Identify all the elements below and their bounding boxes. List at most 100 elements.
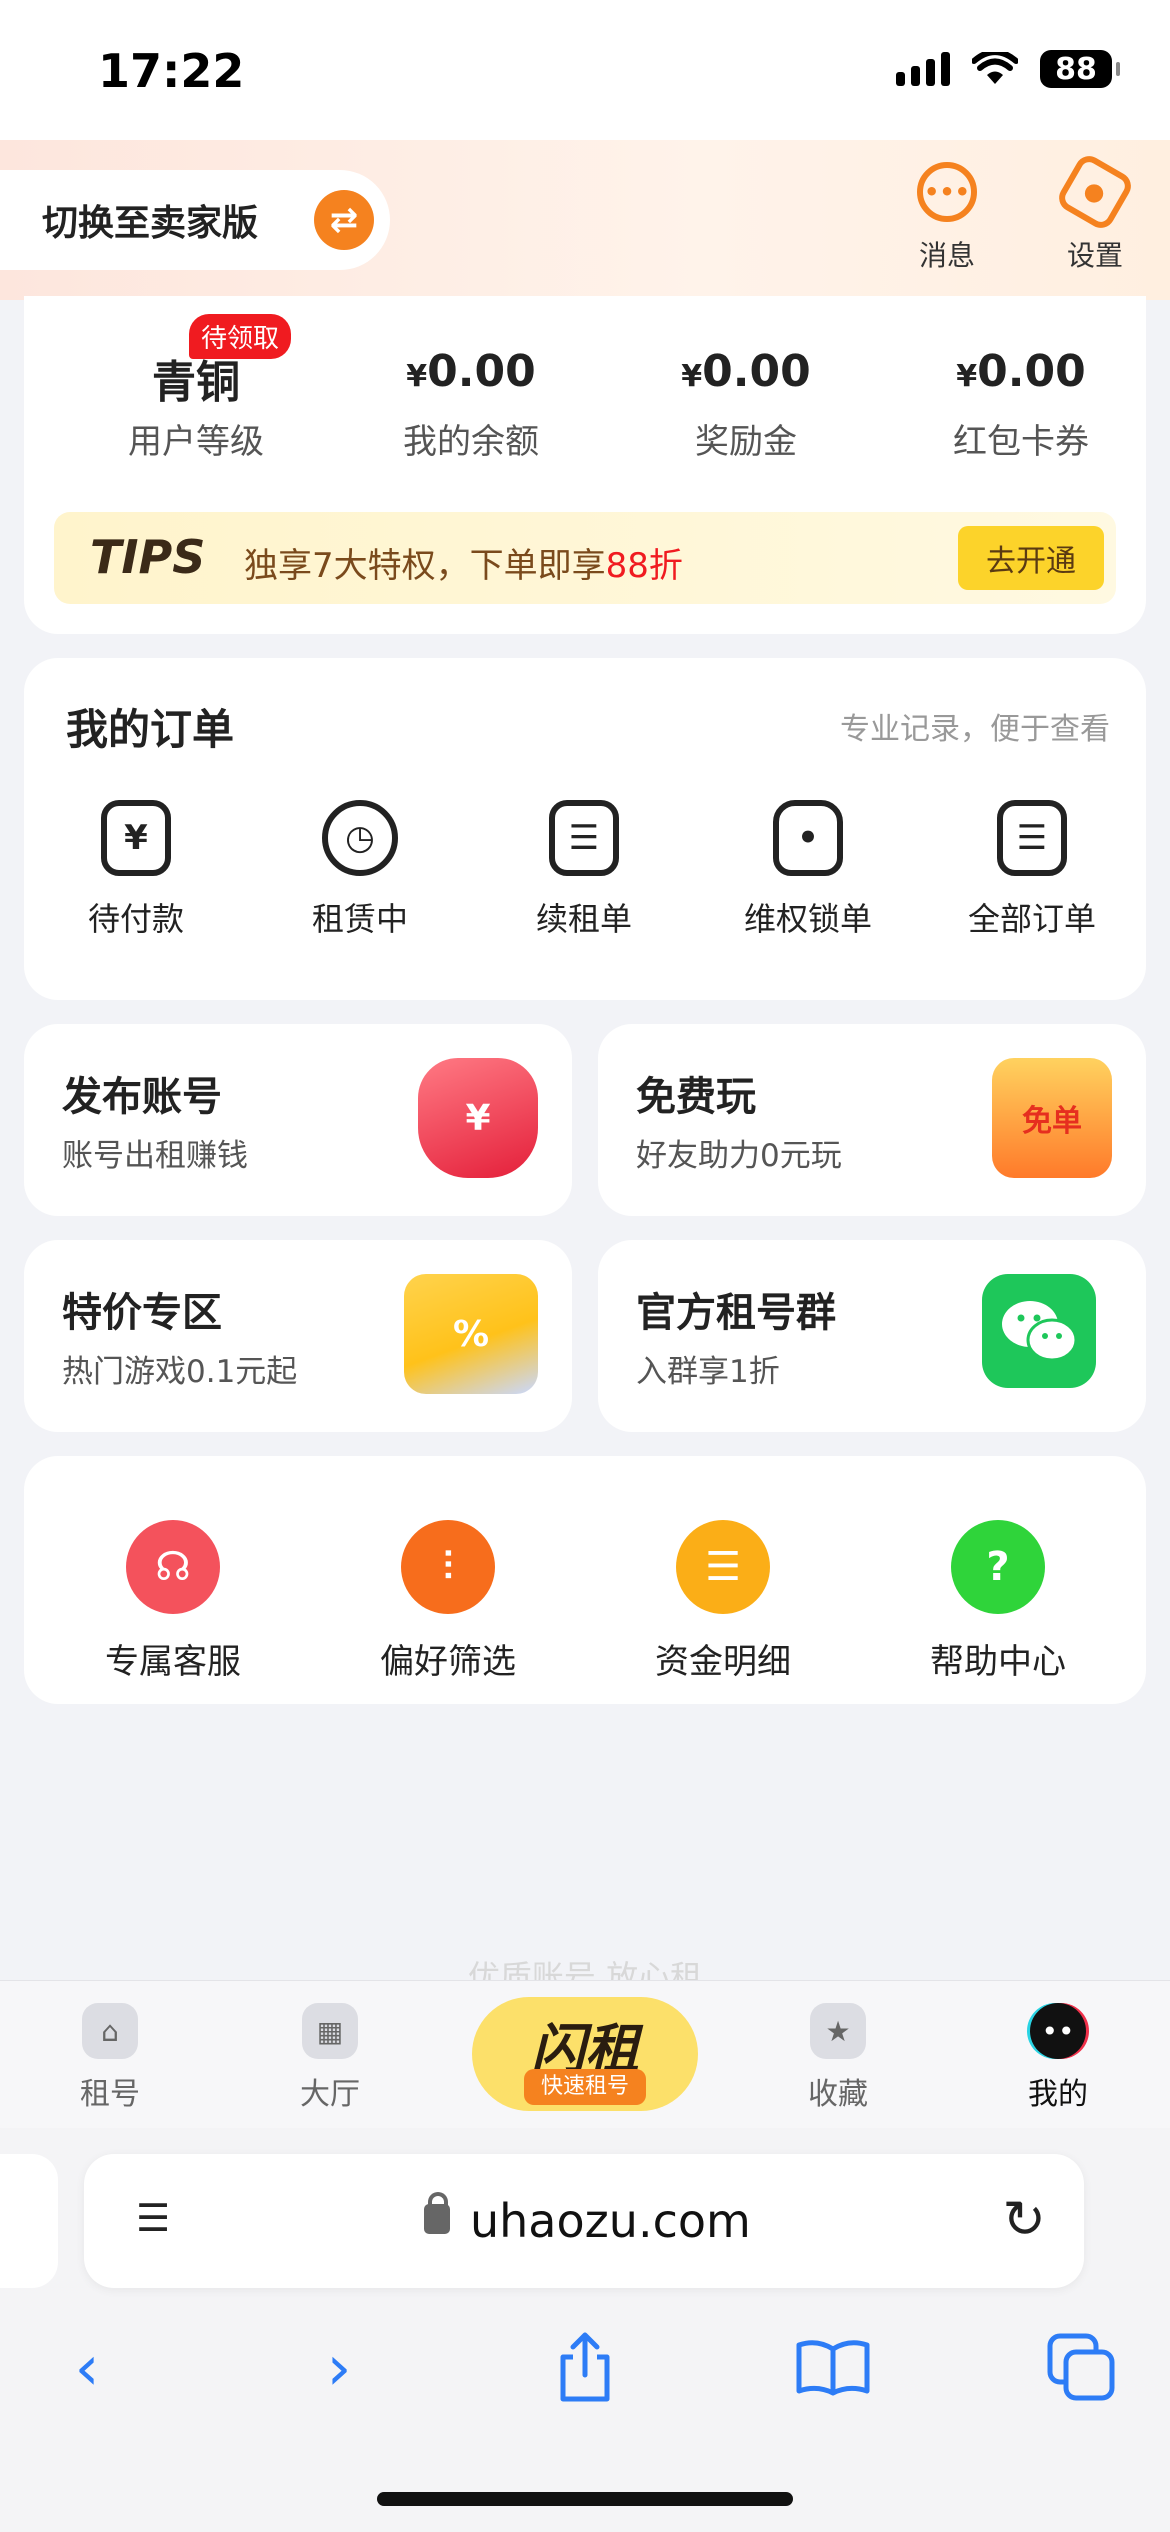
promo-special-offers[interactable]: 特价专区 热门游戏0.1元起 % [24, 1240, 572, 1432]
order-dispute-lock[interactable]: • 维权锁单 [708, 800, 908, 940]
promo-title: 发布账号 [62, 1074, 222, 1120]
flash-rent-subtitle: 快速租号 [524, 2069, 646, 2105]
account-stats-card: 待领取 青铜 用户等级 ¥0.00 我的余额 ¥0.00 奖励金 ¥0.00 红… [24, 296, 1146, 634]
tab-label: 租号 [80, 2077, 140, 2112]
promo-official-group[interactable]: 官方租号群 入群享1折 [598, 1240, 1146, 1432]
order-pending-payment[interactable]: ¥ 待付款 [36, 800, 236, 940]
tool-fund-details[interactable]: ☰ 资金明细 [613, 1520, 833, 1683]
share-icon [560, 2332, 610, 2402]
headset-icon: ☊ [126, 1520, 220, 1614]
swap-icon: ⇄ [314, 190, 374, 250]
flash-rent-button[interactable]: 闪租 快速租号 [472, 1997, 698, 2111]
settings-label: 设置 [1066, 239, 1123, 272]
stat-user-level[interactable]: 青铜 用户等级 [76, 346, 316, 463]
order-renewal[interactable]: ☰ 续租单 [484, 800, 684, 940]
share-button[interactable] [540, 2322, 630, 2412]
lock-icon: • [773, 800, 843, 876]
promo-subtitle: 入群享1折 [636, 1354, 780, 1390]
tab-rent[interactable]: ⌂ 租号 [40, 2003, 180, 2113]
promo-title: 免费玩 [636, 1074, 756, 1120]
tool-help-center[interactable]: ? 帮助中心 [888, 1520, 1108, 1683]
tab-mine[interactable]: •• 我的 [988, 2003, 1128, 2113]
order-all[interactable]: ☰ 全部订单 [932, 800, 1132, 940]
orders-stack-icon: ☰ [997, 800, 1067, 876]
stat-label: 奖励金 [695, 422, 797, 462]
promo-title: 官方租号群 [636, 1290, 836, 1336]
clipboard-icon: ☰ [549, 800, 619, 876]
reload-icon[interactable]: ↻ [1002, 2190, 1046, 2250]
back-button[interactable]: ‹ [42, 2322, 132, 2412]
tab-hall[interactable]: ▦ 大厅 [260, 2003, 400, 2113]
red-envelope-icon: ¥ [418, 1058, 538, 1178]
message-bubble-icon: ••• [917, 162, 977, 222]
tool-label: 帮助中心 [930, 1642, 1066, 1682]
bookmarks-button[interactable] [788, 2322, 878, 2412]
promo-subtitle: 好友助力0元玩 [636, 1138, 842, 1174]
promo-publish-account[interactable]: 发布账号 账号出租赚钱 ¥ [24, 1024, 572, 1216]
stat-value: ¥0.00 [681, 346, 811, 397]
bottom-tab-bar: ⌂ 租号 ▦ 大厅 闪租 快速租号 ★ 收藏 •• 我的 [0, 1980, 1170, 2128]
status-bar: 17:22 88 [0, 0, 1170, 140]
tab-label: 收藏 [808, 2077, 868, 2112]
stat-value: ¥0.00 [956, 346, 1086, 397]
switch-to-seller-button[interactable]: 切换至卖家版 ⇄ [0, 170, 390, 270]
url-text: uhaozu.com [470, 2194, 751, 2248]
tool-label: 偏好筛选 [380, 1642, 516, 1682]
stat-value: 青铜 [152, 357, 240, 408]
reader-mode-icon[interactable]: ☰ [136, 2196, 180, 2244]
orders-subtitle: 专业记录，便于查看 [840, 712, 1110, 747]
help-icon: ? [951, 1520, 1045, 1614]
stat-reward[interactable]: ¥0.00 奖励金 [626, 346, 866, 463]
discount-ticket-icon: % [404, 1274, 538, 1394]
top-header: 切换至卖家版 ⇄ ••• 消息 ● 设置 [0, 140, 1170, 300]
status-icons: 88 [896, 50, 1120, 88]
previous-tab-edge[interactable] [0, 2154, 58, 2288]
clock-icon: ◷ [322, 800, 398, 876]
order-label: 租赁中 [311, 900, 408, 938]
stat-balance[interactable]: ¥0.00 我的余额 [351, 346, 591, 463]
order-label: 续租单 [535, 900, 632, 938]
my-orders-card: 我的订单 专业记录，便于查看 ¥ 待付款 ◷ 租赁中 ☰ 续租单 • 维权锁单 … [24, 658, 1146, 1000]
promo-subtitle: 账号出租赚钱 [62, 1138, 248, 1174]
messages-button[interactable]: ••• 消息 [892, 162, 1002, 274]
stat-coupons[interactable]: ¥0.00 红包卡券 [901, 346, 1141, 463]
status-time: 17:22 [98, 44, 245, 98]
tips-text: 独享7大特权，下单即享88折 [244, 546, 683, 586]
tabs-button[interactable] [1036, 2322, 1126, 2412]
tips-logo: TIPS [90, 530, 206, 584]
tab-label: 大厅 [300, 2077, 360, 2112]
order-label: 维权锁单 [743, 900, 872, 938]
activate-button[interactable]: 去开通 [958, 526, 1104, 590]
switch-label: 切换至卖家版 [42, 203, 259, 244]
browser-toolbar: ☰ uhaozu.com ↻ ‹ › [0, 2128, 1170, 2532]
tool-customer-service[interactable]: ☊ 专属客服 [63, 1520, 283, 1683]
order-label: 待付款 [87, 900, 184, 938]
lock-icon [424, 2192, 450, 2234]
orders-title: 我的订单 [66, 705, 235, 754]
free-envelope-icon: 免单 [992, 1058, 1112, 1178]
stat-label: 用户等级 [128, 422, 264, 462]
battery-icon: 88 [1040, 50, 1120, 88]
promo-free-play[interactable]: 免费玩 好友助力0元玩 免单 [598, 1024, 1146, 1216]
tool-preference-filter[interactable]: ⫶ 偏好筛选 [338, 1520, 558, 1683]
stat-value: ¥0.00 [406, 346, 536, 397]
messages-label: 消息 [918, 239, 975, 272]
tool-label: 专属客服 [105, 1642, 241, 1682]
forward-button[interactable]: › [294, 2322, 384, 2412]
promo-subtitle: 热门游戏0.1元起 [62, 1354, 298, 1390]
grid-icon: ▦ [302, 2003, 358, 2059]
settings-icon: ● [1054, 151, 1136, 233]
stat-label: 红包卡券 [953, 422, 1089, 462]
tab-label: 我的 [1028, 2077, 1088, 2112]
book-icon [796, 2340, 870, 2396]
quick-tools-card: ☊ 专属客服 ⫶ 偏好筛选 ☰ 资金明细 ? 帮助中心 [24, 1456, 1146, 1704]
tool-label: 资金明细 [655, 1642, 791, 1682]
wifi-icon [972, 52, 1018, 84]
stat-label: 我的余额 [403, 422, 539, 462]
tab-favorites[interactable]: ★ 收藏 [768, 2003, 908, 2113]
tips-banner[interactable]: TIPS 独享7大特权，下单即享88折 去开通 [54, 512, 1116, 604]
profile-face-icon: •• [1030, 2003, 1086, 2059]
settings-button[interactable]: ● 设置 [1040, 151, 1150, 274]
address-bar[interactable]: ☰ uhaozu.com ↻ [84, 2154, 1084, 2288]
order-renting[interactable]: ◷ 租赁中 [260, 800, 460, 940]
